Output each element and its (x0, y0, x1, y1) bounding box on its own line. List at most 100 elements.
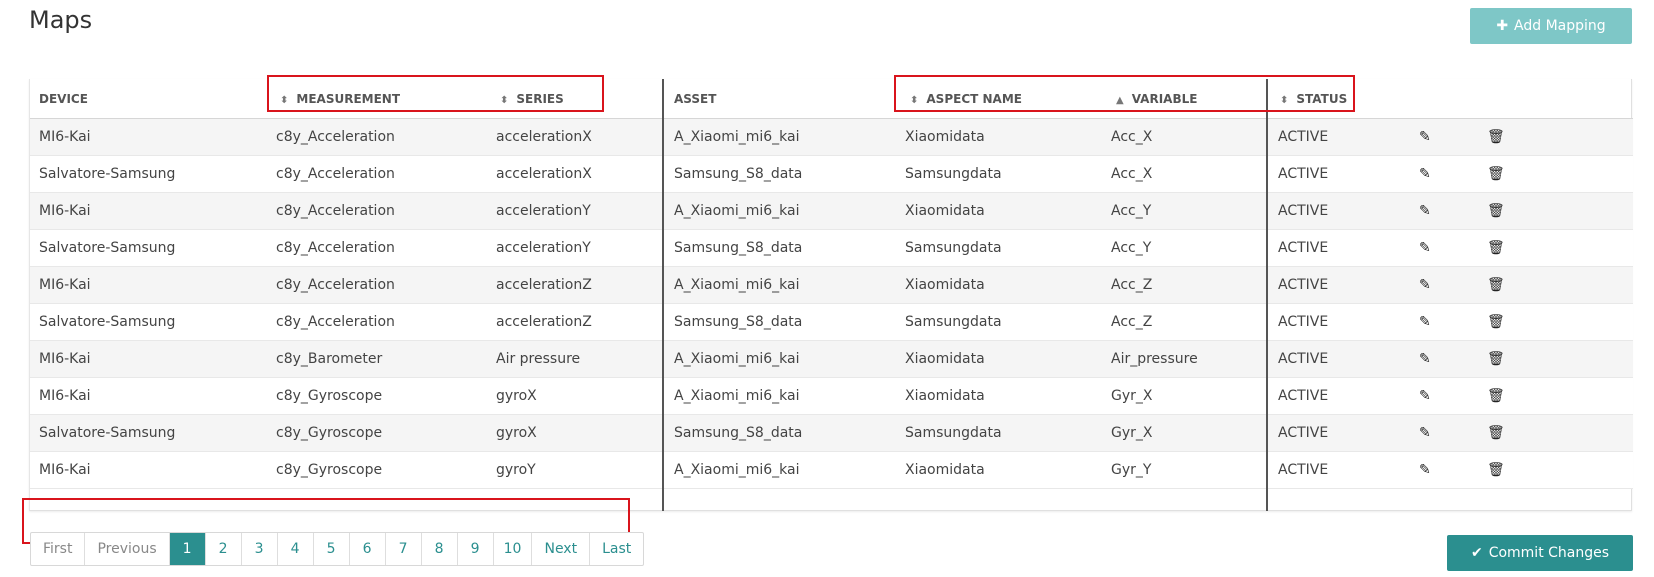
pencil-icon[interactable]: ✎ (1419, 415, 1431, 453)
pencil-icon[interactable]: ✎ (1419, 452, 1431, 490)
table-row: MI6-Kai c8y_Acceleration accelerationZ A_Xi… (30, 267, 1633, 304)
pencil-icon[interactable]: ✎ (1419, 230, 1431, 268)
cell-aspect-name: Xiaomidata (905, 351, 985, 367)
pencil-icon[interactable]: ✎ (1419, 267, 1431, 305)
mappings-table: DEVICE ⬍ MEASUREMENT ⬍ SERIES ASSET ⬍ ASPEC… (29, 79, 1633, 511)
cell-series: accelerationX (496, 166, 592, 182)
header-variable[interactable]: ▲ VARIABLE (1116, 79, 1197, 119)
cell-measurement: c8y_Acceleration (276, 203, 395, 219)
page-last[interactable]: Last (590, 533, 643, 565)
column-divider (1266, 79, 1268, 511)
cell-asset: Samsung_S8_data (674, 425, 803, 441)
cell-status: ACTIVE (1278, 388, 1329, 404)
sort-icon: ⬍ (910, 95, 919, 106)
plus-icon: ✚ (1496, 18, 1509, 34)
column-divider (662, 79, 664, 511)
cell-series: accelerationZ (496, 314, 592, 330)
table-row: MI6-Kai c8y_Acceleration accelerationX A_Xi… (30, 119, 1633, 156)
header-status[interactable]: ⬍ STATUS (1280, 79, 1347, 119)
trash-icon[interactable]: 🗑 (1487, 230, 1505, 268)
page-5[interactable]: 5 (314, 533, 350, 565)
table-row: MI6-Kai c8y_Barometer Air pressure A_Xiaomi… (30, 341, 1633, 378)
trash-icon[interactable]: 🗑 (1487, 267, 1505, 305)
trash-icon[interactable]: 🗑 (1487, 119, 1505, 157)
pencil-icon[interactable]: ✎ (1419, 156, 1431, 194)
cell-series: Air pressure (496, 351, 581, 367)
table-row: MI6-Kai c8y_Acceleration accelerationY A_Xi… (30, 193, 1633, 230)
cell-device: MI6-Kai (39, 388, 91, 404)
page-1[interactable]: 1 (169, 533, 206, 565)
page-8[interactable]: 8 (422, 533, 458, 565)
cell-asset: Samsung_S8_data (674, 166, 803, 182)
cell-status: ACTIVE (1278, 314, 1329, 330)
cell-asset: Samsung_S8_data (674, 314, 803, 330)
page-title: Maps (29, 6, 93, 34)
cell-status: ACTIVE (1278, 277, 1329, 293)
cell-variable: Gyr_X (1111, 425, 1153, 441)
header-series[interactable]: ⬍ SERIES (500, 79, 564, 119)
header-aspect-name[interactable]: ⬍ ASPECT NAME (910, 79, 1022, 119)
table-row: Salvatore-Samsung c8y_Acceleration acceler… (30, 230, 1633, 267)
cell-aspect-name: Xiaomidata (905, 129, 985, 145)
cell-variable: Acc_Y (1111, 203, 1152, 219)
pencil-icon[interactable]: ✎ (1419, 304, 1431, 342)
cell-aspect-name: Xiaomidata (905, 388, 985, 404)
commit-changes-button[interactable]: ✔ Commit Changes (1447, 535, 1633, 571)
cell-aspect-name: Xiaomidata (905, 203, 985, 219)
cell-variable: Acc_X (1111, 129, 1153, 145)
cell-status: ACTIVE (1278, 129, 1329, 145)
cell-aspect-name: Samsungdata (905, 314, 1002, 330)
trash-icon[interactable]: 🗑 (1487, 304, 1505, 342)
cell-status: ACTIVE (1278, 166, 1329, 182)
cell-asset: Samsung_S8_data (674, 240, 803, 256)
table-header: DEVICE ⬍ MEASUREMENT ⬍ SERIES ASSET ⬍ ASPEC… (30, 79, 1633, 119)
trash-icon[interactable]: 🗑 (1487, 156, 1505, 194)
cell-aspect-name: Samsungdata (905, 240, 1002, 256)
page-9[interactable]: 9 (458, 533, 494, 565)
page-6[interactable]: 6 (350, 533, 386, 565)
header-device[interactable]: DEVICE (39, 79, 88, 119)
cell-device: Salvatore-Samsung (39, 425, 176, 441)
page-4[interactable]: 4 (278, 533, 314, 565)
trash-icon[interactable]: 🗑 (1487, 415, 1505, 453)
add-mapping-button[interactable]: ✚ Add Mapping (1470, 8, 1632, 44)
trash-icon[interactable]: 🗑 (1487, 378, 1505, 416)
cell-aspect-name: Xiaomidata (905, 277, 985, 293)
cell-measurement: c8y_Acceleration (276, 240, 395, 256)
cell-device: MI6-Kai (39, 277, 91, 293)
pencil-icon[interactable]: ✎ (1419, 193, 1431, 231)
page-3[interactable]: 3 (242, 533, 278, 565)
cell-measurement: c8y_Acceleration (276, 314, 395, 330)
page-previous[interactable]: Previous (85, 533, 170, 565)
page-next[interactable]: Next (532, 533, 591, 565)
cell-measurement: c8y_Acceleration (276, 129, 395, 145)
cell-series: accelerationY (496, 240, 591, 256)
table-row: Salvatore-Samsung c8y_Acceleration acceler… (30, 156, 1633, 193)
pagination: First Previous 1 2 3 4 5 6 7 8 9 10 Next Last (30, 532, 645, 566)
table-row: MI6-Kai c8y_Gyroscope gyroY A_Xiaomi_mi6_ka… (30, 452, 1633, 489)
page-7[interactable]: 7 (386, 533, 422, 565)
cell-series: accelerationY (496, 203, 591, 219)
cell-measurement: c8y_Gyroscope (276, 425, 383, 441)
pencil-icon[interactable]: ✎ (1419, 341, 1431, 379)
cell-aspect-name: Xiaomidata (905, 462, 985, 478)
trash-icon[interactable]: 🗑 (1487, 341, 1505, 379)
page-2[interactable]: 2 (206, 533, 242, 565)
header-asset[interactable]: ASSET (674, 79, 716, 119)
cell-device: Salvatore-Samsung (39, 314, 176, 330)
cell-aspect-name: Samsungdata (905, 425, 1002, 441)
trash-icon[interactable]: 🗑 (1487, 452, 1505, 490)
cell-status: ACTIVE (1278, 351, 1329, 367)
header-measurement[interactable]: ⬍ MEASUREMENT (280, 79, 400, 119)
cell-measurement: c8y_Gyroscope (276, 462, 383, 478)
cell-measurement: c8y_Gyroscope (276, 388, 383, 404)
cell-series: gyroX (496, 388, 537, 404)
cell-asset: A_Xiaomi_mi6_kai (674, 277, 800, 293)
pencil-icon[interactable]: ✎ (1419, 378, 1431, 416)
pencil-icon[interactable]: ✎ (1419, 119, 1431, 157)
page-10[interactable]: 10 (494, 533, 533, 565)
cell-measurement: c8y_Barometer (276, 351, 383, 367)
table-row: MI6-Kai c8y_Gyroscope gyroX A_Xiaomi_mi6_ka… (30, 378, 1633, 415)
page-first[interactable]: First (31, 533, 86, 565)
trash-icon[interactable]: 🗑 (1487, 193, 1505, 231)
